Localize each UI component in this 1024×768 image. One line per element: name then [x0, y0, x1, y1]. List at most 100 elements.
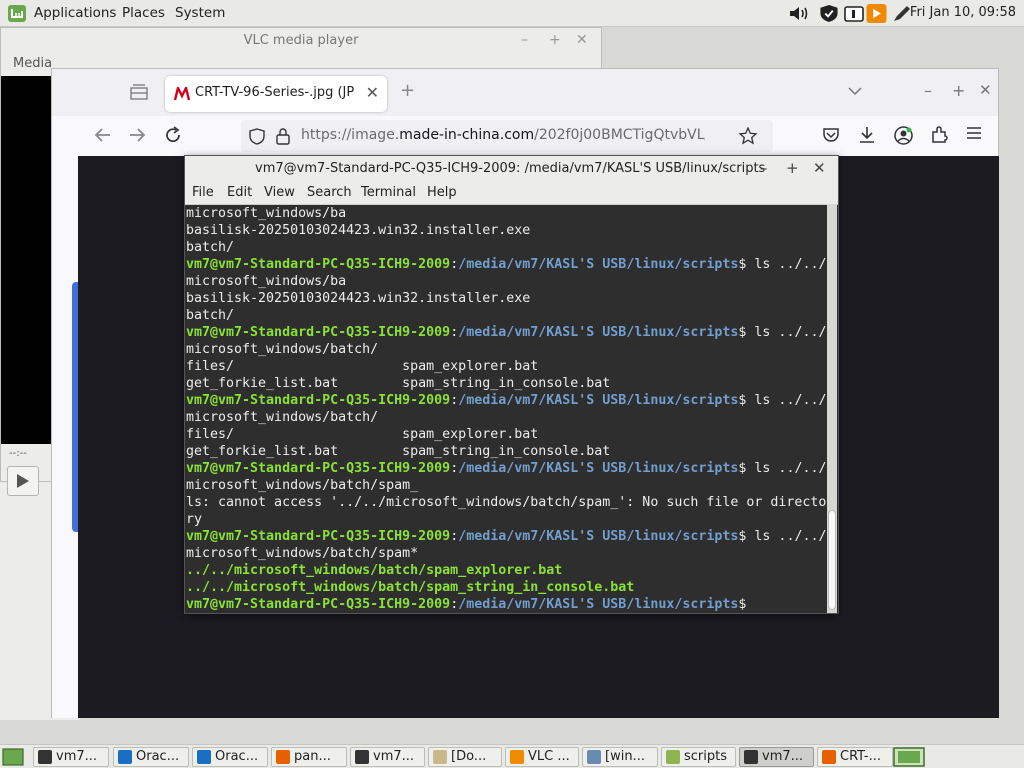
output-text: microsoft_windows/batch/ [186, 410, 379, 425]
terminal-line: microsoft_windows/batch/ [186, 341, 828, 358]
account-icon[interactable] [894, 126, 913, 145]
prompt-command: $ ls ../../ [738, 325, 827, 340]
taskbar-item-label: scripts [684, 749, 727, 764]
taskbar-item[interactable]: CRT-... [817, 747, 893, 767]
terminal-window: vm7@vm7-Standard-PC-Q35-ICH9-2009: /medi… [184, 155, 839, 614]
taskbar-item[interactable]: Orac... [192, 747, 268, 767]
extensions-icon[interactable] [931, 126, 949, 144]
taskbar-item[interactable]: [Do... [428, 747, 502, 767]
places-menu[interactable]: Places [122, 5, 165, 21]
firefox-icon [276, 750, 290, 764]
taskbar-item-label: vm7... [56, 749, 98, 764]
terminal-menu-view[interactable]: View [264, 185, 295, 200]
back-icon[interactable] [94, 126, 112, 144]
output-text: microsoft_windows/batch/spam_ [186, 478, 419, 493]
prompt-user: vm7@vm7-Standard-PC-Q35-ICH9-2009 [186, 529, 451, 544]
taskbar-item[interactable]: VLC ... [505, 747, 579, 767]
lock-icon[interactable] [276, 128, 290, 145]
terminal-menu-terminal[interactable]: Terminal [361, 185, 416, 200]
taskbar-item-label: [win... [605, 749, 645, 764]
taskbar-item[interactable]: pan... [271, 747, 347, 767]
network-icon[interactable] [844, 4, 864, 23]
firefox-tab-active[interactable]: CRT-TV-96-Series-.jpg (JPEG Image ✕ [165, 76, 387, 112]
download-icon[interactable] [858, 126, 876, 144]
taskbar-item[interactable]: scripts [661, 747, 736, 767]
show-desktop-icon[interactable] [2, 748, 24, 766]
terminal-maximize-button[interactable]: + [786, 159, 799, 177]
output-text: batch/ [186, 240, 235, 255]
system-menu[interactable]: System [175, 5, 225, 21]
terminal-line: get_forkie_list.bat spam_string_in_conso… [186, 375, 828, 392]
output-text: microsoft_windows/batch/spam* [186, 546, 419, 561]
play-icon [17, 474, 29, 488]
pocket-icon[interactable] [822, 126, 840, 144]
prompt-path: /media/vm7/KASL'S USB/linux/scripts [458, 257, 739, 272]
vlc-tray-icon[interactable] [866, 4, 887, 23]
terminal-line: microsoft_windows/batch/spam_ [186, 477, 828, 494]
taskbar-item[interactable]: [win... [582, 747, 658, 767]
forward-icon[interactable] [128, 126, 146, 144]
output-text: get_forkie_list.bat spam_string_in_conso… [186, 444, 611, 459]
taskbar-item[interactable]: Orac... [113, 747, 189, 767]
taskbar-item[interactable]: vm7... [33, 747, 109, 767]
url-bar[interactable]: https://image.made-in-china.com/202f0j00… [241, 120, 773, 152]
terminal-output[interactable]: microsoft_windows/ba basilisk-20250103024… [186, 204, 828, 614]
terminal-icon [38, 750, 52, 764]
reload-icon[interactable] [164, 126, 182, 144]
terminal-scrollbar[interactable] [827, 204, 837, 613]
output-text: basilisk-20250103024423.win32.installer.… [186, 291, 531, 306]
shield-icon[interactable] [818, 4, 840, 23]
terminal-menu-help[interactable]: Help [427, 185, 457, 200]
ff-maximize-button[interactable]: + [952, 81, 965, 100]
vlc-close-button[interactable]: ✕ [576, 32, 588, 48]
terminal-line: basilisk-20250103024423.win32.installer.… [186, 222, 828, 239]
vlc-maximize-button[interactable]: + [549, 32, 561, 48]
taskbar-item[interactable]: vm7... [350, 747, 425, 767]
tab-list-icon[interactable] [130, 84, 148, 100]
list-all-tabs-icon[interactable] [848, 86, 862, 96]
terminal-titlebar: vm7@vm7-Standard-PC-Q35-ICH9-2009: /medi… [185, 156, 838, 182]
output-text: ls: cannot access '../../microsoft_windo… [186, 495, 827, 510]
prompt-user: vm7@vm7-Standard-PC-Q35-ICH9-2009 [186, 257, 451, 272]
virtualbox-icon [197, 750, 211, 764]
terminal-menubar: File Edit View Search Terminal Help [185, 182, 838, 205]
terminal-icon [744, 750, 758, 764]
terminal-menu-search[interactable]: Search [307, 185, 352, 200]
clock[interactable]: Fri Jan 10, 09:58 [910, 5, 1016, 20]
taskbar-item-label: [Do... [451, 749, 487, 764]
vlc-minimize-button[interactable]: – [521, 32, 528, 48]
made-in-china-favicon-icon [174, 87, 190, 101]
terminal-line: batch/ [186, 239, 828, 256]
output-file-path: ../../microsoft_windows/batch/spam_explo… [186, 563, 563, 578]
hamburger-menu-icon[interactable] [966, 126, 982, 140]
ff-minimize-button[interactable]: – [924, 81, 932, 100]
new-tab-button[interactable]: + [400, 80, 415, 101]
applications-menu[interactable]: Applications [34, 5, 116, 21]
taskbar-item[interactable]: vm7... [739, 747, 814, 767]
terminal-minimize-button[interactable]: – [760, 159, 768, 177]
output-file-path: ../../microsoft_windows/batch/spam_strin… [186, 580, 635, 595]
output-text: files/ spam_explorer.bat [186, 359, 539, 374]
terminal-menu-file[interactable]: File [192, 185, 214, 200]
taskbar-item-label: vm7... [373, 749, 415, 764]
prompt-user: vm7@vm7-Standard-PC-Q35-ICH9-2009 [186, 325, 451, 340]
terminal-line: files/ spam_explorer.bat [186, 358, 828, 375]
document-icon [433, 750, 447, 764]
shield-tracking-icon[interactable] [249, 128, 265, 145]
vlc-title: VLC media player [243, 33, 359, 48]
workspace-switcher-icon[interactable] [893, 747, 925, 767]
prompt-path: /media/vm7/KASL'S USB/linux/scripts [458, 529, 739, 544]
tab-close-icon[interactable]: ✕ [366, 83, 379, 102]
volume-icon[interactable] [788, 4, 810, 23]
terminal-close-button[interactable]: ✕ [813, 159, 826, 177]
terminal-menu-edit[interactable]: Edit [227, 185, 252, 200]
bookmark-star-icon[interactable] [739, 127, 757, 145]
ff-close-button[interactable]: ✕ [979, 81, 992, 99]
vlc-menu-media[interactable]: Media [13, 56, 52, 71]
tab-title: CRT-TV-96-Series-.jpg (JPEG Image [195, 85, 355, 100]
mint-menu-icon[interactable] [8, 5, 26, 22]
terminal-line: ../../microsoft_windows/batch/spam_explo… [186, 562, 828, 579]
prompt-path: /media/vm7/KASL'S USB/linux/scripts [458, 461, 739, 476]
vlc-play-button[interactable] [7, 466, 39, 496]
terminal-scrollbar-thumb[interactable] [828, 510, 836, 610]
